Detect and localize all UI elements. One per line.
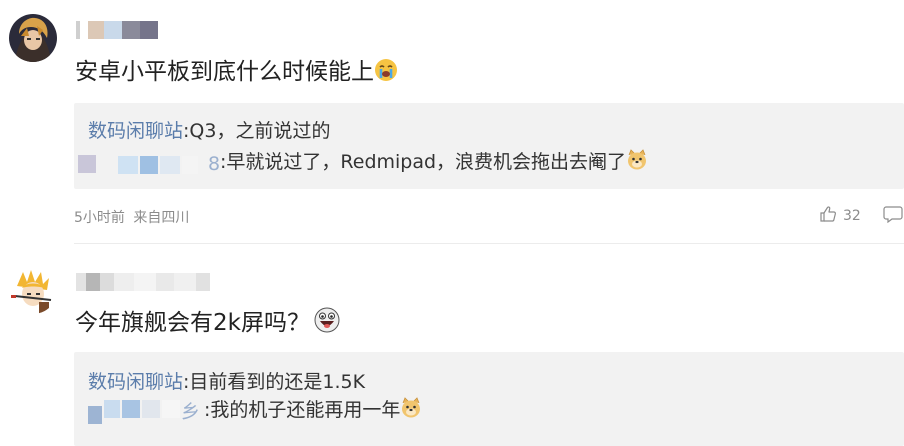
reply-author-link[interactable]: 数码闲聊站: [88, 120, 183, 142]
reply-author-link[interactable]: 数码闲聊站: [88, 371, 183, 393]
comment-body: 安卓小平板到底什么时候能上: [75, 59, 374, 85]
reply-author-fragment: 乡: [181, 400, 201, 423]
comment-text: 安卓小平板到底什么时候能上: [75, 57, 398, 90]
reply-item[interactable]: 数码闲聊站:Q3，之前说过的: [88, 117, 330, 145]
comment-body: 今年旗舰会有2k屏吗？: [75, 310, 310, 336]
avatar[interactable]: [9, 266, 57, 314]
laughing-face-emoji: [314, 307, 340, 341]
reply-text: :目前看到的还是1.5K: [183, 371, 366, 393]
like-count: 32: [843, 208, 861, 224]
reply-author-link[interactable]: 8: [78, 150, 220, 176]
reply-text: :早就说过了，Redmipad，浪费机会拖出去阉了: [220, 151, 627, 173]
divider: [74, 243, 904, 244]
location: 来自四川: [133, 210, 190, 226]
like-button[interactable]: 32: [819, 205, 861, 227]
reply-box[interactable]: 数码闲聊站:Q3，之前说过的 8 :早就说过了，Redmipad，浪费机会拖出去…: [74, 103, 904, 189]
reply-item[interactable]: 8 :早就说过了，Redmipad，浪费机会拖出去阉了: [78, 148, 648, 179]
reply-item[interactable]: 乡 :我的机子还能再用一年: [88, 396, 422, 427]
comment-meta: 5小时前 来自四川: [74, 207, 189, 227]
reply-item[interactable]: 数码闲聊站:目前看到的还是1.5K: [88, 368, 365, 396]
reply-author-link[interactable]: 乡: [88, 398, 204, 424]
thumbs-up-icon: [819, 205, 837, 227]
doge-emoji: [626, 149, 648, 179]
comment-text: 今年旗舰会有2k屏吗？: [75, 307, 340, 341]
comment-icon[interactable]: [883, 205, 903, 227]
avatar[interactable]: [9, 14, 57, 62]
username-blurred[interactable]: [76, 21, 158, 39]
username-blurred[interactable]: [76, 273, 210, 291]
timestamp: 5小时前: [74, 210, 125, 226]
crying-face-emoji: [374, 58, 398, 90]
reply-text: :Q3，之前说过的: [183, 120, 331, 142]
reply-text: :我的机子还能再用一年: [204, 399, 401, 421]
doge-emoji: [400, 397, 422, 427]
reply-author-fragment: 8: [208, 152, 221, 175]
reply-box[interactable]: 数码闲聊站:目前看到的还是1.5K 乡 :我的机子还能再用一年: [74, 352, 904, 446]
